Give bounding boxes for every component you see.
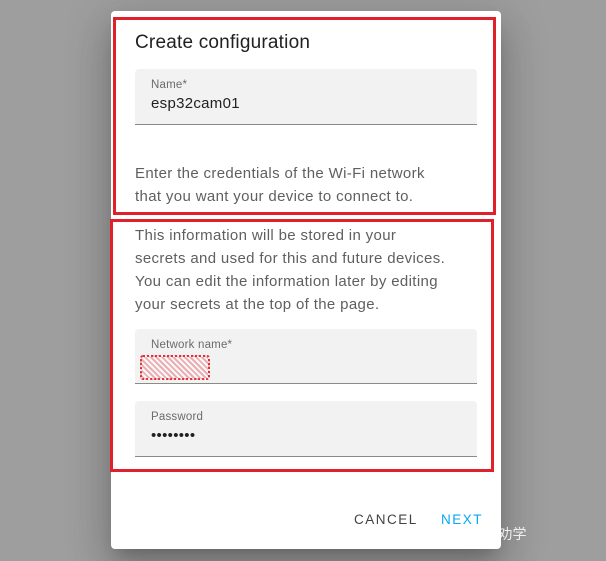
highlight-box-bottom [110, 219, 494, 472]
highlight-box-top [113, 17, 496, 215]
watermark: 知乎 @劝学 [452, 527, 527, 543]
cancel-button[interactable]: CANCEL [354, 512, 418, 527]
